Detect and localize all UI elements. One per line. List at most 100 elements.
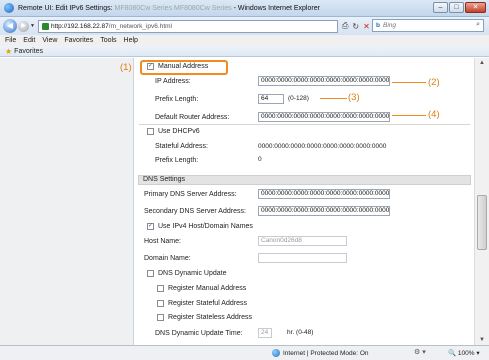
use-ipv4-host-label: Use IPv4 Host/Domain Names <box>158 223 253 230</box>
register-manual-checkbox[interactable] <box>157 285 164 292</box>
use-dhcpv6-label: Use DHCPv6 <box>158 128 200 135</box>
protected-mode-tools-icon[interactable]: ⚙ ▾ <box>414 348 426 356</box>
address-field[interactable]: http://192.168.22.87/m_network_ipv6.html <box>37 19 338 33</box>
menu-file[interactable]: File <box>5 37 16 44</box>
prefix-length-input[interactable]: 64 <box>258 94 284 104</box>
menu-edit[interactable]: Edit <box>23 37 35 44</box>
dns-dynamic-update-checkbox[interactable] <box>147 270 154 277</box>
prefix-length-label: Prefix Length: <box>155 96 199 103</box>
address-toolbar: ◀ ▶ ▼ http://192.168.22.87/m_network_ipv… <box>0 17 489 35</box>
prefix-length-hint: (0-128) <box>288 95 309 102</box>
search-icon[interactable]: ⌕ <box>476 21 480 29</box>
menu-favorites[interactable]: Favorites <box>64 37 93 44</box>
host-name-input[interactable]: Canon0d26d8 <box>258 236 347 246</box>
window-title-prefix: Remote UI: Edit IPv6 Settings: <box>18 4 113 12</box>
security-zone[interactable]: Internet | Protected Mode: On <box>272 349 369 357</box>
ie-icon <box>4 3 14 13</box>
stateful-prefix-label: Prefix Length: <box>155 157 199 164</box>
back-button[interactable]: ◀ <box>3 19 17 33</box>
primary-dns-label: Primary DNS Server Address: <box>144 191 237 198</box>
menu-bar: File Edit View Favorites Tools Help <box>0 35 489 46</box>
stateful-address-value: 0000:0000:0000:0000:0000:0000:0000:0000 <box>258 143 387 150</box>
left-navigation-pane <box>0 58 134 345</box>
zoom-value: 100% <box>457 350 475 357</box>
scroll-thumb[interactable] <box>477 195 487 250</box>
callout-2-line <box>392 82 426 83</box>
register-stateful-checkbox[interactable] <box>157 300 164 307</box>
window-controls: – □ ✕ <box>433 2 486 13</box>
main-content: ✓ Manual Address IP Address: 0000:0000:0… <box>135 58 474 345</box>
callout-2: (2) <box>428 77 440 88</box>
favorites-star-icon[interactable]: ★ <box>5 47 12 56</box>
dns-settings-header: DNS Settings <box>138 175 471 185</box>
page-icon <box>41 22 49 30</box>
refresh-icon[interactable]: ↻ <box>352 22 359 31</box>
url-text: http://192.168.22.87/m_network_ipv6.html <box>51 23 172 30</box>
menu-help[interactable]: Help <box>124 37 138 44</box>
url-host: http://192.168.22.87 <box>50 22 109 30</box>
dns-dynamic-update-row: DNS Dynamic Update <box>147 270 226 277</box>
vertical-scrollbar[interactable]: ▲ ▼ <box>474 58 489 345</box>
security-zone-label: Internet | Protected Mode: On <box>283 349 369 357</box>
domain-name-label: Domain Name: <box>144 255 191 262</box>
forward-button[interactable]: ▶ <box>18 20 29 32</box>
dns-dynamic-update-label: DNS Dynamic Update <box>158 270 227 277</box>
host-name-label: Host Name: <box>144 238 181 245</box>
callout-3-line <box>320 98 347 99</box>
primary-dns-input[interactable]: 0000:0000:0000:0000:0000:0000:0000:0000 <box>258 189 390 199</box>
use-ipv4-host-checkbox[interactable]: ✓ <box>147 223 154 230</box>
default-router-input[interactable]: 0000:0000:0000:0000:0000:0000:0000:0000 <box>258 112 390 122</box>
callout-4-line <box>392 115 426 116</box>
register-stateless-row: Register Stateless Address <box>157 314 252 321</box>
search-box[interactable]: b ⌕ <box>372 19 484 32</box>
update-time-input[interactable]: 24 <box>258 328 272 338</box>
use-ipv4-host-row: ✓ Use IPv4 Host/Domain Names <box>147 223 253 230</box>
menu-view[interactable]: View <box>42 37 57 44</box>
status-bar: Internet | Protected Mode: On ⚙ ▾ 🔍 100%… <box>0 345 489 360</box>
ip-address-label: IP Address: <box>155 78 191 85</box>
callout-3: (3) <box>348 92 360 103</box>
update-time-unit: hr. (0-48) <box>287 329 314 336</box>
secondary-dns-label: Secondary DNS Server Address: <box>144 208 246 215</box>
manual-address-highlight <box>140 60 228 75</box>
use-dhcpv6-row: Use DHCPv6 <box>147 128 200 135</box>
stateful-prefix-value: 0 <box>258 156 262 163</box>
minimize-button[interactable]: – <box>433 2 448 13</box>
register-manual-label: Register Manual Address <box>168 285 247 292</box>
stateful-address-label: Stateful Address: <box>155 143 208 150</box>
bing-icon: b <box>376 22 380 29</box>
register-stateful-label: Register Stateful Address <box>168 300 247 307</box>
window-title: Remote UI: Edit IPv6 Settings: MF8080Cw … <box>18 5 320 12</box>
default-router-label: Default Router Address: <box>155 114 230 121</box>
stop-icon[interactable]: ✕ <box>363 22 370 31</box>
compatibility-icon[interactable]: ⎙ <box>342 21 348 31</box>
globe-icon <box>272 349 280 357</box>
domain-name-input[interactable] <box>258 253 347 263</box>
scroll-up-icon[interactable]: ▲ <box>479 60 485 66</box>
use-dhcpv6-checkbox[interactable] <box>147 128 154 135</box>
history-dropdown-icon[interactable]: ▼ <box>30 23 35 29</box>
register-manual-row: Register Manual Address <box>157 285 246 292</box>
update-time-label: DNS Dynamic Update Time: <box>155 330 243 337</box>
register-stateless-checkbox[interactable] <box>157 314 164 321</box>
ip-address-input[interactable]: 0000:0000:0000:0000:0000:0000:0000:0000 <box>258 76 390 86</box>
favorites-bar: ★ Favorites <box>0 46 489 57</box>
zoom-level[interactable]: 🔍 100% ▾ <box>448 349 480 357</box>
scroll-down-icon[interactable]: ▼ <box>479 337 485 343</box>
window-title-model: MF8080Cw Series MF8080Cw Series <box>114 4 232 12</box>
window-title-suffix: - Windows Internet Explorer <box>233 4 320 12</box>
favorites-button[interactable]: Favorites <box>14 48 43 55</box>
address-tools: ⎙ ↻ ✕ <box>342 21 370 31</box>
url-path: /m_network_ipv6.html <box>108 22 173 30</box>
search-input[interactable] <box>382 22 463 29</box>
register-stateful-row: Register Stateful Address <box>157 300 247 307</box>
divider <box>139 124 470 125</box>
menu-tools[interactable]: Tools <box>100 37 116 44</box>
callout-4: (4) <box>428 109 440 120</box>
title-bar: Remote UI: Edit IPv6 Settings: MF8080Cw … <box>0 0 489 17</box>
close-button[interactable]: ✕ <box>465 2 486 13</box>
secondary-dns-input[interactable]: 0000:0000:0000:0000:0000:0000:0000:0000 <box>258 206 390 216</box>
maximize-button[interactable]: □ <box>449 2 464 13</box>
register-stateless-label: Register Stateless Address <box>168 314 253 321</box>
callout-1: (1) <box>120 62 132 73</box>
